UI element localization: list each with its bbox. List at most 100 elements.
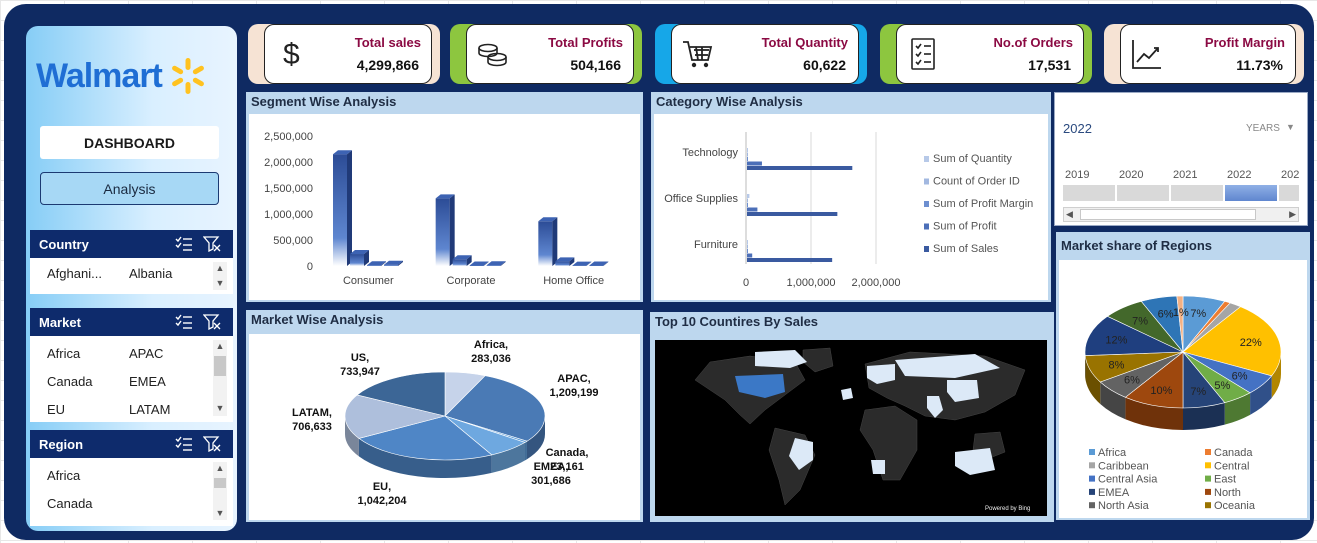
timeline-year-label[interactable]: 202 [1281, 169, 1299, 181]
slicer-item-market[interactable]: Canada [47, 374, 93, 389]
bar [333, 154, 347, 266]
pie-percent-label: 6% [1232, 371, 1248, 383]
legend-swatch [1205, 475, 1211, 482]
x-tick-label: Consumer [343, 275, 394, 287]
legend-swatch [1205, 462, 1211, 469]
bar-top [486, 261, 506, 266]
bar [538, 221, 553, 266]
region-slicer: Region Africa Canada ▲ ▼ [30, 430, 233, 526]
timeline-level-dropdown[interactable]: YEARS [1246, 123, 1280, 134]
multi-select-icon[interactable] [175, 314, 193, 330]
bar-side [552, 217, 558, 266]
clear-filter-icon[interactable] [203, 314, 221, 330]
country-slicer: Country Afghani... Albania ▲ ▼ [30, 230, 233, 294]
multi-select-icon[interactable] [175, 236, 193, 252]
scroll-thumb[interactable] [214, 356, 226, 376]
slicer-item-market[interactable]: EU [47, 402, 65, 417]
legend-label: Count of Order ID [933, 176, 1020, 188]
uk-shape [841, 388, 853, 400]
scroll-right-icon[interactable]: ▶ [1289, 209, 1296, 220]
timeline-year-bar[interactable] [1225, 185, 1277, 201]
scroll-up-icon[interactable]: ▲ [213, 340, 227, 352]
legend-label: Canada [1214, 447, 1253, 459]
bar [747, 240, 748, 244]
timeline-year-label[interactable]: 2021 [1173, 169, 1197, 181]
market-pie-chart: Africa,283,036APAC,1,209,199Canada,23,16… [292, 339, 598, 507]
legend-swatch [1089, 488, 1095, 495]
bar [367, 265, 381, 266]
timeline-year-bar[interactable] [1117, 185, 1169, 201]
timeline-year-bar[interactable] [1171, 185, 1223, 201]
scroll-left-icon[interactable]: ◀ [1066, 209, 1073, 220]
market-panel: Market Wise Analysis Africa, 283,036 APAC,… [246, 310, 643, 522]
scroll-thumb[interactable] [214, 478, 226, 488]
panel-title: Market Wise Analysis [251, 312, 384, 327]
legend-swatch [1205, 502, 1211, 509]
bar [747, 198, 748, 203]
data-label-name: US, [351, 352, 369, 364]
pie-percent-label: 6% [1124, 374, 1140, 386]
dashboard-button[interactable]: DASHBOARD [40, 126, 219, 159]
bar [469, 265, 484, 266]
x-tick-label: 2,000,000 [852, 277, 901, 289]
scroll-down-icon[interactable]: ▼ [213, 277, 227, 289]
regions-pie-chart: 7%22%6%5%7%10%6%8%12%7%6% 1%Africa CanadaC… [1084, 295, 1282, 512]
scroll-up-icon[interactable]: ▲ [213, 262, 227, 274]
data-label-name: EMEA, [534, 461, 569, 473]
chevron-down-icon[interactable]: ▼ [1286, 122, 1295, 132]
legend-swatch [924, 178, 929, 185]
slicer-item-country[interactable]: Albania [129, 266, 172, 281]
cart-icon [683, 41, 713, 68]
bar [747, 166, 853, 170]
legend-swatch [1089, 462, 1095, 469]
legend-label: EMEA [1098, 487, 1130, 499]
scroll-down-icon[interactable]: ▼ [213, 402, 227, 414]
slicer-item-market[interactable]: APAC [129, 346, 163, 361]
panel-title: Segment Wise Analysis [251, 94, 397, 109]
clear-filter-icon[interactable] [203, 236, 221, 252]
segment-panel: Segment Wise Analysis 2,500,000 2,000,000… [246, 92, 643, 302]
panel-title: Category Wise Analysis [656, 94, 803, 109]
legend-swatch [924, 246, 929, 252]
timeline-year-label[interactable]: 2020 [1119, 169, 1143, 181]
bar [747, 157, 748, 161]
bar-side [347, 150, 352, 266]
growth-chart-icon [1132, 40, 1161, 69]
timeline-year-label[interactable]: 2019 [1065, 169, 1089, 181]
scroll-thumb[interactable] [1080, 209, 1256, 220]
slicer-item-region[interactable]: Africa [47, 468, 80, 483]
country-scrollbar[interactable]: ▲ ▼ [213, 262, 227, 290]
clear-filter-icon[interactable] [203, 436, 221, 452]
slicer-item-market[interactable]: EMEA [129, 374, 166, 389]
x-tick-label: Home Office [543, 275, 604, 287]
pie-percent-label: 7% [1190, 308, 1206, 320]
pie-percent-label: 7% [1132, 315, 1148, 327]
slicer-item-market[interactable]: Africa [47, 346, 80, 361]
multi-select-icon[interactable] [175, 436, 193, 452]
spark-icon [171, 58, 204, 94]
timeline-year-bar[interactable] [1279, 185, 1299, 201]
bar-top [589, 261, 609, 266]
x-tick-label: 1,000,000 [787, 277, 836, 289]
analysis-button[interactable]: Analysis [40, 172, 219, 205]
region-scrollbar[interactable]: ▲ ▼ [213, 462, 227, 520]
world-map[interactable]: Powered by Bing [655, 340, 1047, 516]
slicer-item-region[interactable]: Canada [47, 496, 93, 511]
timeline-year-label[interactable]: 2022 [1227, 169, 1251, 181]
bar [350, 254, 364, 266]
scroll-down-icon[interactable]: ▼ [213, 507, 227, 519]
pie-percent-label: 8% [1108, 359, 1124, 371]
slicer-item-country[interactable]: Afghani... [47, 266, 102, 281]
scroll-up-icon[interactable]: ▲ [213, 462, 227, 474]
slicer-item-market[interactable]: LATAM [129, 402, 170, 417]
kpi-label: Total sales [354, 35, 421, 50]
bar [555, 261, 570, 266]
bar [452, 259, 467, 266]
market-scrollbar[interactable]: ▲ ▼ [213, 340, 227, 416]
bar-top [572, 261, 592, 266]
timeline-scrollbar[interactable]: ◀ ▶ [1063, 207, 1299, 222]
bar [747, 203, 748, 207]
y-tick-label: 2,500,000 [264, 131, 313, 143]
pie-percent-label: 7% [1190, 386, 1206, 398]
timeline-year-bar[interactable] [1063, 185, 1115, 201]
